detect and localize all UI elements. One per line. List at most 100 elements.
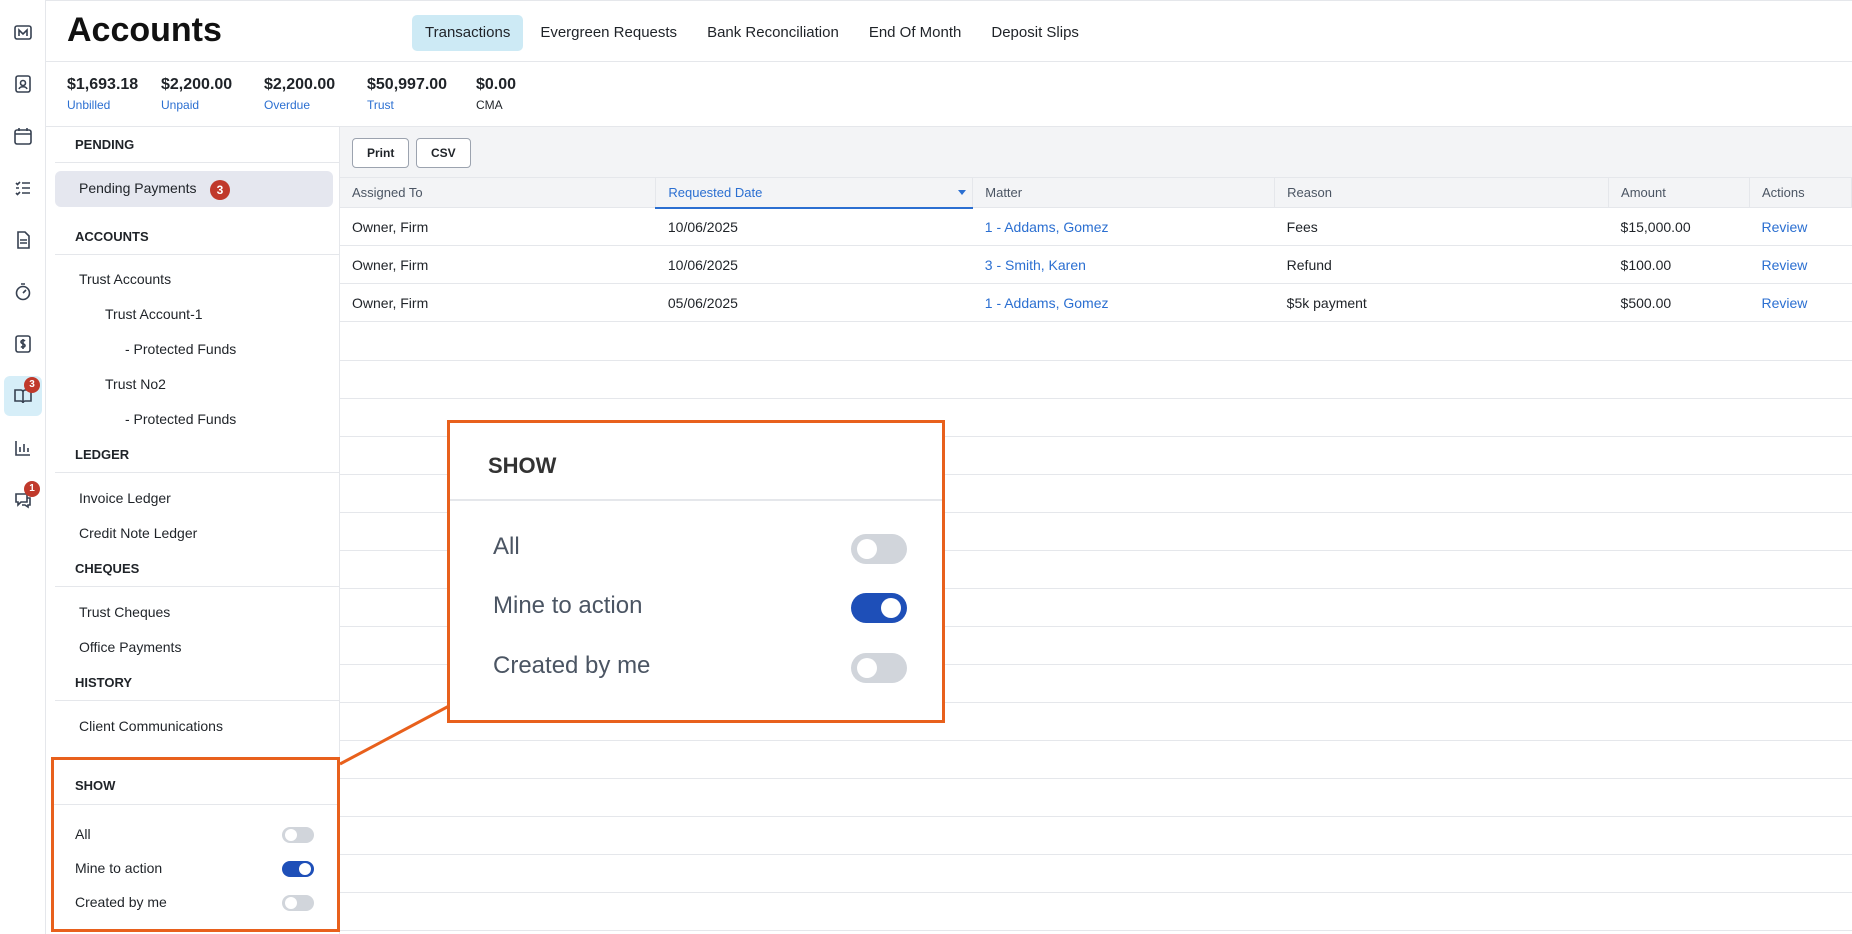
- cell-amount: $15,000.00: [1608, 207, 1750, 246]
- cell-reason: Refund: [1274, 245, 1609, 284]
- summary-value: $2,200.00: [264, 76, 336, 93]
- column-header-amount[interactable]: Amount: [1608, 177, 1750, 208]
- cell-requested-date: 10/06/2025: [655, 245, 973, 284]
- pending-count-badge: 3: [210, 180, 230, 200]
- contacts-icon[interactable]: [4, 64, 42, 104]
- summary-label: Unpaid: [161, 98, 200, 112]
- sidebar-item-protected-funds-2[interactable]: - Protected Funds: [125, 411, 236, 427]
- page-header: Accounts Transactions Evergreen Requests…: [46, 0, 1852, 62]
- cell-amount: $100.00: [1608, 245, 1750, 284]
- tab-bank-reconciliation[interactable]: Bank Reconciliation: [694, 15, 852, 51]
- zoom-all-toggle[interactable]: [851, 534, 907, 564]
- empty-table-row: [340, 779, 1852, 817]
- table-toolbar: Print CSV: [340, 127, 1852, 177]
- show-heading: SHOW: [75, 778, 116, 793]
- table-row: Owner, Firm 05/06/2025 1 - Addams, Gomez…: [340, 283, 1852, 322]
- summary-label: Trust: [367, 98, 394, 112]
- account-summary: $1,693.18 Unbilled $2,200.00 Unpaid $2,2…: [46, 62, 1852, 127]
- show-created-toggle[interactable]: [282, 895, 314, 911]
- cell-assigned-to: Owner, Firm: [340, 283, 656, 322]
- cell-reason: Fees: [1274, 207, 1609, 246]
- show-filter-panel: SHOW All Mine to action Created by me: [51, 757, 340, 932]
- sidebar-item-invoice-ledger[interactable]: Invoice Ledger: [79, 490, 171, 506]
- column-header-requested-date[interactable]: Requested Date: [655, 177, 974, 209]
- show-all-toggle[interactable]: [282, 827, 314, 843]
- section-heading: ACCOUNTS: [55, 219, 340, 255]
- cell-matter-link[interactable]: 1 - Addams, Gomez: [972, 283, 1275, 322]
- review-link[interactable]: Review: [1749, 245, 1852, 284]
- summary-label: CMA: [476, 98, 503, 112]
- messages-badge: 1: [24, 481, 40, 497]
- section-heading: HISTORY: [55, 665, 340, 701]
- column-header-assigned-to[interactable]: Assigned To: [340, 177, 657, 208]
- empty-table-row: [340, 741, 1852, 779]
- show-filter-zoom-callout: SHOW All Mine to action Created by me: [447, 420, 945, 723]
- sidebar-item-pending-payments[interactable]: Pending Payments 3: [55, 171, 333, 207]
- summary-value: $0.00: [476, 76, 517, 93]
- tasks-icon[interactable]: [4, 168, 42, 208]
- tab-end-of-month[interactable]: End Of Month: [856, 15, 975, 51]
- summary-overdue[interactable]: $2,200.00 Overdue: [264, 76, 335, 112]
- sort-down-icon: [958, 190, 967, 195]
- logo-icon[interactable]: [4, 12, 42, 52]
- empty-table-row: [340, 361, 1852, 399]
- reports-icon[interactable]: [4, 428, 42, 468]
- summary-unbilled[interactable]: $1,693.18 Unbilled: [67, 76, 138, 112]
- page-title: Accounts: [67, 11, 222, 49]
- tab-evergreen-requests[interactable]: Evergreen Requests: [527, 15, 690, 51]
- sidebar-item-office-payments[interactable]: Office Payments: [79, 639, 181, 655]
- column-header-reason[interactable]: Reason: [1274, 177, 1610, 208]
- timer-icon[interactable]: [4, 272, 42, 312]
- column-header-label: Requested Date: [668, 184, 763, 200]
- column-header-matter[interactable]: Matter: [972, 177, 1276, 208]
- summary-trust[interactable]: $50,997.00 Trust: [367, 76, 447, 112]
- tab-transactions[interactable]: Transactions: [412, 15, 524, 51]
- zoom-all-label: All: [493, 533, 520, 560]
- summary-value: $2,200.00: [161, 76, 233, 93]
- zoom-created-toggle[interactable]: [851, 653, 907, 683]
- zoom-show-heading: SHOW: [488, 453, 557, 478]
- cell-assigned-to: Owner, Firm: [340, 207, 656, 246]
- transactions-table: Assigned To Requested Date Matter Reason…: [340, 177, 1852, 322]
- sidebar-item-label: Pending Payments: [79, 180, 197, 196]
- show-mine-toggle[interactable]: [282, 861, 314, 877]
- icon-rail: 3 1: [0, 0, 46, 934]
- summary-value: $1,693.18: [67, 76, 139, 93]
- review-link[interactable]: Review: [1749, 283, 1852, 322]
- sidebar-item-trust-accounts[interactable]: Trust Accounts: [79, 271, 171, 287]
- section-accounts: ACCOUNTS: [55, 219, 340, 255]
- sidebar-item-trust-account-1[interactable]: Trust Account-1: [105, 306, 203, 322]
- cell-requested-date: 10/06/2025: [655, 207, 973, 246]
- summary-label: Overdue: [264, 98, 311, 112]
- sidebar-item-protected-funds-1[interactable]: - Protected Funds: [125, 341, 236, 357]
- section-ledger: LEDGER: [55, 437, 340, 473]
- show-mine-label: Mine to action: [75, 860, 163, 876]
- sidebar-item-credit-note-ledger[interactable]: Credit Note Ledger: [79, 525, 197, 541]
- accounts-icon[interactable]: 3: [4, 376, 42, 416]
- tab-deposit-slips[interactable]: Deposit Slips: [978, 15, 1092, 51]
- section-heading: CHEQUES: [55, 551, 340, 587]
- billing-icon[interactable]: [4, 324, 42, 364]
- summary-unpaid[interactable]: $2,200.00 Unpaid: [161, 76, 232, 112]
- table-row: Owner, Firm 10/06/2025 3 - Smith, Karen …: [340, 245, 1852, 284]
- sidebar-item-client-communications[interactable]: Client Communications: [79, 718, 223, 734]
- messages-icon[interactable]: 1: [4, 480, 42, 520]
- cell-matter-link[interactable]: 3 - Smith, Karen: [972, 245, 1275, 284]
- review-link[interactable]: Review: [1749, 207, 1852, 246]
- summary-value: $50,997.00: [367, 76, 448, 93]
- print-button[interactable]: Print: [352, 138, 410, 168]
- section-pending: PENDING: [55, 127, 340, 163]
- empty-table-row: [340, 817, 1852, 855]
- show-all-label: All: [75, 826, 91, 842]
- csv-button[interactable]: CSV: [416, 138, 471, 168]
- sidebar-item-trust-no2[interactable]: Trust No2: [105, 376, 166, 392]
- column-header-actions: Actions: [1749, 177, 1852, 208]
- documents-icon[interactable]: [4, 220, 42, 260]
- zoom-mine-toggle[interactable]: [851, 593, 907, 623]
- calendar-icon[interactable]: [4, 116, 42, 156]
- section-heading: PENDING: [55, 127, 340, 163]
- cell-matter-link[interactable]: 1 - Addams, Gomez: [972, 207, 1275, 246]
- sidebar-item-trust-cheques[interactable]: Trust Cheques: [79, 604, 170, 620]
- divider: [450, 499, 942, 501]
- cell-reason: $5k payment: [1274, 283, 1609, 322]
